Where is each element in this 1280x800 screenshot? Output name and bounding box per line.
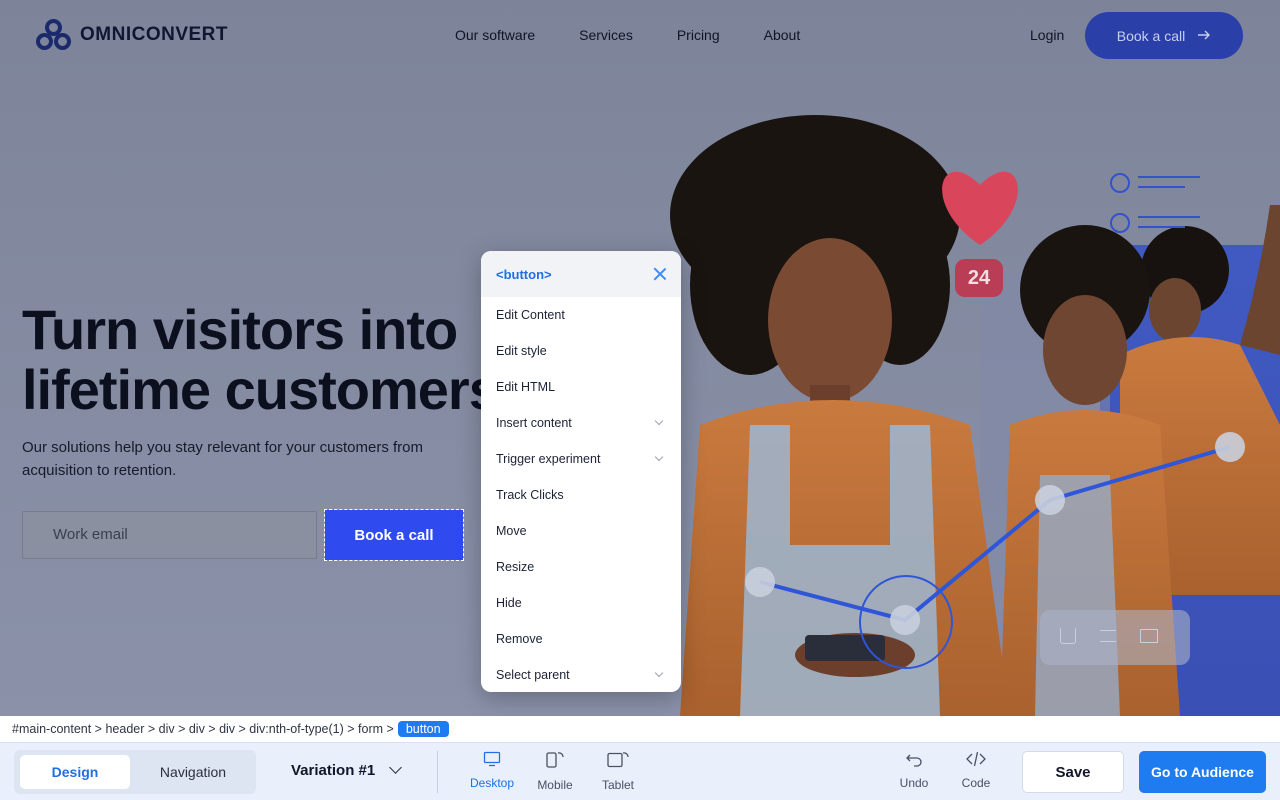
- hero-subtitle[interactable]: Our solutions help you stay relevant for…: [22, 436, 492, 482]
- desktop-icon: [483, 751, 501, 772]
- chevron-down-icon: [389, 761, 403, 774]
- go-to-audience-button[interactable]: Go to Audience: [1139, 751, 1266, 793]
- save-button[interactable]: Save: [1022, 751, 1124, 793]
- hero-book-call-button[interactable]: Book a call: [324, 509, 464, 561]
- context-menu-item-label: Resize: [496, 560, 535, 574]
- variation-select[interactable]: Variation #1: [291, 761, 403, 779]
- close-icon[interactable]: [653, 267, 667, 281]
- context-menu-item-label: Edit Content: [496, 308, 565, 322]
- hero-title[interactable]: Turn visitors into lifetime customers: [22, 298, 500, 421]
- context-menu-item[interactable]: Resize: [481, 549, 681, 585]
- undo-label: Undo: [899, 776, 929, 790]
- brand-name: OMNICONVERT: [80, 24, 228, 45]
- chevron-down-icon: [654, 452, 664, 462]
- chevron-down-icon: [654, 668, 664, 678]
- nav-link-pricing[interactable]: Pricing: [677, 27, 720, 43]
- hero-title-line-1: Turn visitors into: [22, 298, 458, 361]
- work-email-input[interactable]: Work email: [22, 511, 317, 559]
- mail-icon: [1140, 629, 1158, 643]
- context-menu-item-label: Insert content: [496, 416, 572, 430]
- device-mobile-label: Mobile: [537, 778, 573, 792]
- nav-link-about[interactable]: About: [764, 27, 801, 43]
- code-button[interactable]: Code: [954, 751, 998, 795]
- context-menu-item-label: Edit style: [496, 344, 547, 358]
- login-link[interactable]: Login: [1030, 27, 1064, 43]
- filter-icon: [1100, 630, 1116, 642]
- nav-book-call-label: Book a call: [1116, 27, 1186, 44]
- logo-icon: [36, 19, 72, 51]
- device-tablet-label: Tablet: [601, 778, 635, 792]
- mobile-icon: [544, 751, 566, 774]
- device-tablet[interactable]: Tablet: [590, 751, 646, 795]
- context-menu-header: <button>: [481, 251, 681, 297]
- undo-button[interactable]: Undo: [892, 751, 936, 795]
- breadcrumb-path[interactable]: #main-content > header > div > div > div…: [12, 722, 394, 736]
- context-menu-item[interactable]: Insert content: [481, 405, 681, 441]
- device-desktop-label: Desktop: [469, 776, 515, 790]
- context-menu-item-label: Edit HTML: [496, 380, 556, 394]
- context-menu-item[interactable]: Edit Content: [481, 297, 681, 333]
- context-menu-item[interactable]: Remove: [481, 621, 681, 657]
- nav-link-software[interactable]: Our software: [455, 27, 535, 43]
- device-desktop[interactable]: Desktop: [464, 751, 520, 795]
- breadcrumb-current[interactable]: button: [397, 721, 449, 737]
- variation-label: Variation #1: [291, 762, 376, 779]
- chevron-down-icon: [654, 416, 664, 426]
- site-header: OMNICONVERT Our software Services Pricin…: [0, 0, 1280, 72]
- selected-element-tag: <button>: [496, 266, 552, 282]
- element-breadcrumb: #main-content > header > div > div > div…: [0, 716, 1280, 742]
- context-menu-item-label: Move: [496, 524, 527, 538]
- context-menu-item[interactable]: Move: [481, 513, 681, 549]
- context-menu-item-label: Hide: [496, 596, 522, 610]
- context-menu-item-label: Remove: [496, 632, 543, 646]
- device-mobile[interactable]: Mobile: [527, 751, 583, 795]
- context-menu-item-label: Track Clicks: [496, 488, 564, 502]
- arrow-right-icon: [1197, 28, 1211, 44]
- element-context-menu: <button> Edit Content Edit style Edit HTML…: [481, 251, 681, 692]
- mode-switch: Design Navigation: [14, 750, 256, 794]
- hero-illustration: [670, 115, 1280, 716]
- context-menu-item[interactable]: Track Clicks: [481, 477, 681, 513]
- code-icon: [966, 751, 986, 772]
- hero-title-line-2: lifetime customers: [22, 358, 500, 421]
- main-nav: Our software Services Pricing About: [455, 27, 800, 43]
- context-menu-list: Edit Content Edit style Edit HTML Insert co…: [481, 297, 681, 692]
- site-logo[interactable]: OMNICONVERT: [36, 19, 228, 51]
- context-menu-item[interactable]: Trigger experiment: [481, 441, 681, 477]
- like-count-badge: 24: [955, 259, 1003, 297]
- context-menu-item[interactable]: Select parent: [481, 657, 681, 692]
- context-menu-item[interactable]: Edit style: [481, 333, 681, 369]
- nav-link-services[interactable]: Services: [579, 27, 633, 43]
- context-menu-item[interactable]: Hide: [481, 585, 681, 621]
- undo-icon: [905, 751, 923, 772]
- toolbar-divider: [437, 751, 438, 793]
- like-count: 24: [967, 266, 991, 289]
- tablet-icon: [606, 751, 630, 774]
- editor-toolbar: Design Navigation Variation #1 Desktop M…: [0, 742, 1280, 800]
- context-menu-item-label: Select parent: [496, 668, 570, 682]
- tab-navigation[interactable]: Navigation: [138, 755, 248, 789]
- nav-book-call-button[interactable]: Book a call: [1085, 12, 1243, 59]
- tab-design[interactable]: Design: [20, 755, 130, 789]
- context-menu-item-label: Trigger experiment: [496, 452, 601, 466]
- cart-icon: [1060, 628, 1076, 644]
- code-label: Code: [961, 776, 991, 790]
- context-menu-item[interactable]: Edit HTML: [481, 369, 681, 405]
